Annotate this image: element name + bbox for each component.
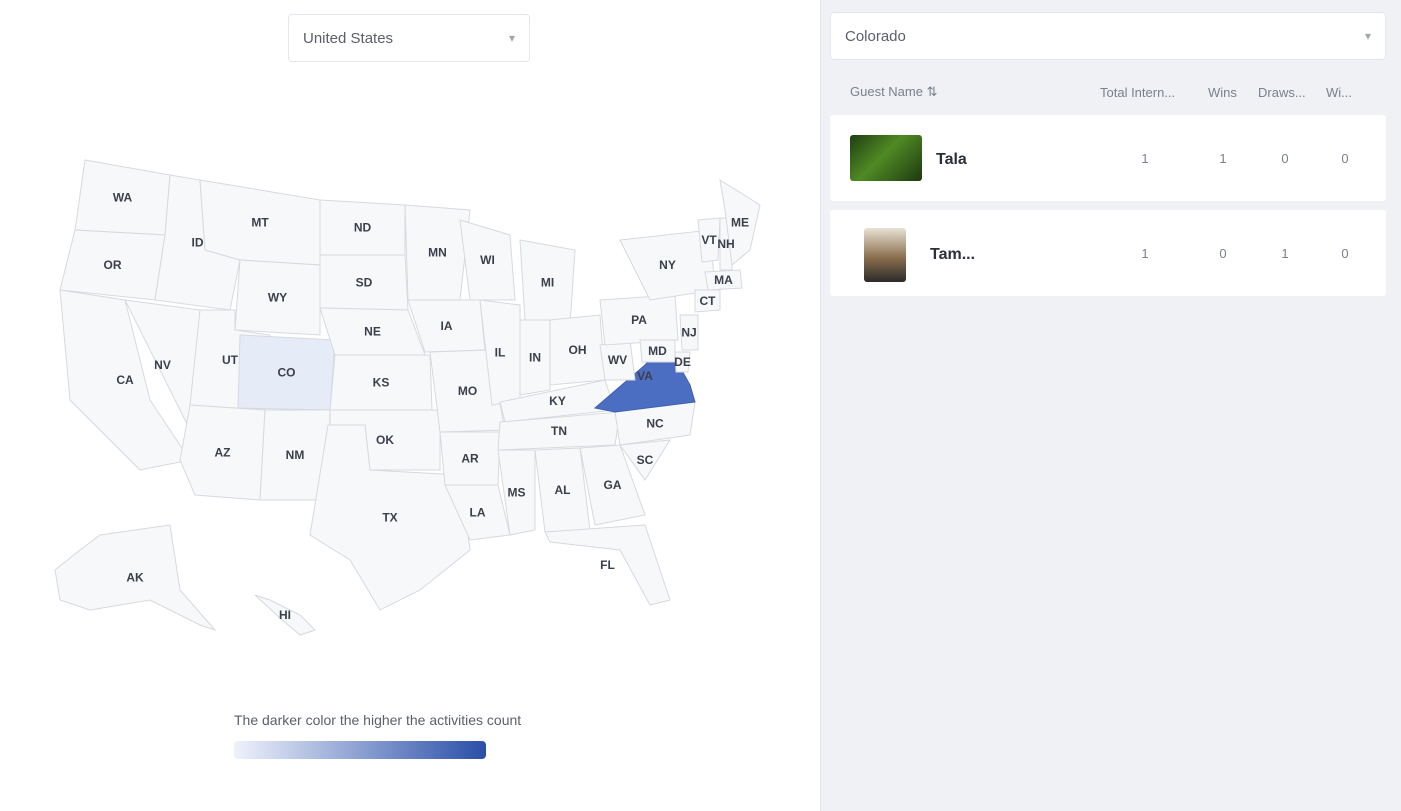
state-label-MA: MA	[714, 273, 733, 287]
state-label-SD: SD	[356, 276, 373, 290]
state-label-FL: FL	[600, 558, 615, 572]
state-label-MT: MT	[251, 216, 269, 230]
state-label-MD: MD	[648, 344, 667, 358]
state-label-KY: KY	[549, 394, 566, 408]
guest-avatar	[850, 135, 922, 181]
state-label-NH: NH	[717, 237, 734, 251]
col-total-interactions[interactable]: Total Intern...	[1100, 85, 1175, 100]
cell-total: 1	[1141, 246, 1149, 261]
cell-total: 1	[1141, 151, 1149, 166]
state-label-WV: WV	[608, 353, 627, 367]
col-guest-name[interactable]: Guest Name ⇅	[850, 84, 938, 100]
state-label-IL: IL	[495, 346, 506, 360]
col-wins[interactable]: Wins	[1208, 85, 1237, 100]
state-label-WA: WA	[113, 191, 133, 205]
state-label-DE: DE	[674, 355, 691, 369]
sort-icon[interactable]: ⇅	[927, 84, 938, 99]
state-label-AR: AR	[461, 452, 479, 466]
state-label-WI: WI	[480, 253, 495, 267]
state-label-SC: SC	[637, 453, 654, 467]
state-label-UT: UT	[222, 353, 239, 367]
state-label-AZ: AZ	[215, 446, 231, 460]
country-select-value: United States	[303, 29, 394, 47]
state-label-TX: TX	[382, 511, 397, 525]
state-select[interactable]: Colorado ▾	[830, 12, 1386, 60]
state-label-HI: HI	[279, 608, 291, 622]
country-select[interactable]: United States ▾	[288, 14, 530, 62]
state-label-MO: MO	[458, 384, 477, 398]
state-label-TN: TN	[551, 424, 567, 438]
state-label-KS: KS	[373, 376, 390, 390]
state-label-IA: IA	[441, 319, 453, 333]
state-label-CT: CT	[700, 294, 717, 308]
cell-draws: 1	[1281, 246, 1289, 261]
table-row[interactable]: Tala 1 1 0 0	[830, 115, 1386, 201]
state-label-AL: AL	[555, 483, 571, 497]
guest-name: Tala	[936, 151, 967, 168]
table-header: Guest Name ⇅ Total Intern... Wins Draws.…	[830, 72, 1386, 112]
state-label-AK: AK	[126, 571, 144, 585]
state-label-WY: WY	[268, 291, 287, 305]
state-label-OR: OR	[104, 258, 122, 272]
legend-caption: The darker color the higher the activiti…	[234, 712, 522, 728]
guest-name: Tam...	[930, 246, 976, 263]
col-wi[interactable]: Wi...	[1326, 85, 1352, 100]
state-label-MS: MS	[508, 486, 526, 500]
state-label-NJ: NJ	[681, 326, 696, 340]
state-label-PA: PA	[631, 313, 647, 327]
state-label-GA: GA	[604, 478, 622, 492]
state-label-CA: CA	[116, 373, 134, 387]
state-label-VT: VT	[701, 233, 717, 247]
state-select-value: Colorado	[845, 27, 906, 45]
state-label-IN: IN	[529, 351, 541, 365]
state-label-NM: NM	[286, 448, 305, 462]
cell-wins: 0	[1219, 246, 1227, 261]
state-label-NE: NE	[364, 325, 381, 339]
state-label-CO: CO	[278, 366, 296, 380]
state-label-MN: MN	[428, 246, 447, 260]
state-label-OH: OH	[569, 343, 587, 357]
state-label-NY: NY	[659, 258, 676, 272]
state-label-LA: LA	[470, 506, 486, 520]
cell-wins: 1	[1219, 151, 1227, 166]
state-label-MI: MI	[541, 276, 554, 290]
table-row[interactable]: Tam... 1 0 1 0	[830, 210, 1386, 296]
state-label-ID: ID	[192, 236, 204, 250]
state-label-NC: NC	[646, 417, 664, 431]
state-label-ND: ND	[354, 221, 372, 235]
state-label-ME: ME	[731, 216, 749, 230]
chevron-down-icon: ▾	[508, 31, 515, 45]
state-label-NV: NV	[154, 358, 171, 372]
guest-avatar	[864, 228, 906, 282]
cell-draws: 0	[1281, 151, 1289, 166]
col-draws[interactable]: Draws...	[1258, 85, 1306, 100]
us-map[interactable]: WA OR CA ID NV MT WY UT AZ CO NM ND SD NE KS OK TX MN IA MO…	[30, 140, 790, 700]
state-label-OK: OK	[376, 433, 394, 447]
cell-wi: 0	[1341, 151, 1349, 166]
cell-wi: 0	[1341, 246, 1349, 261]
state-label-VA: VA	[637, 369, 653, 383]
chevron-down-icon: ▾	[1364, 29, 1371, 43]
legend-color-scale	[234, 741, 486, 759]
